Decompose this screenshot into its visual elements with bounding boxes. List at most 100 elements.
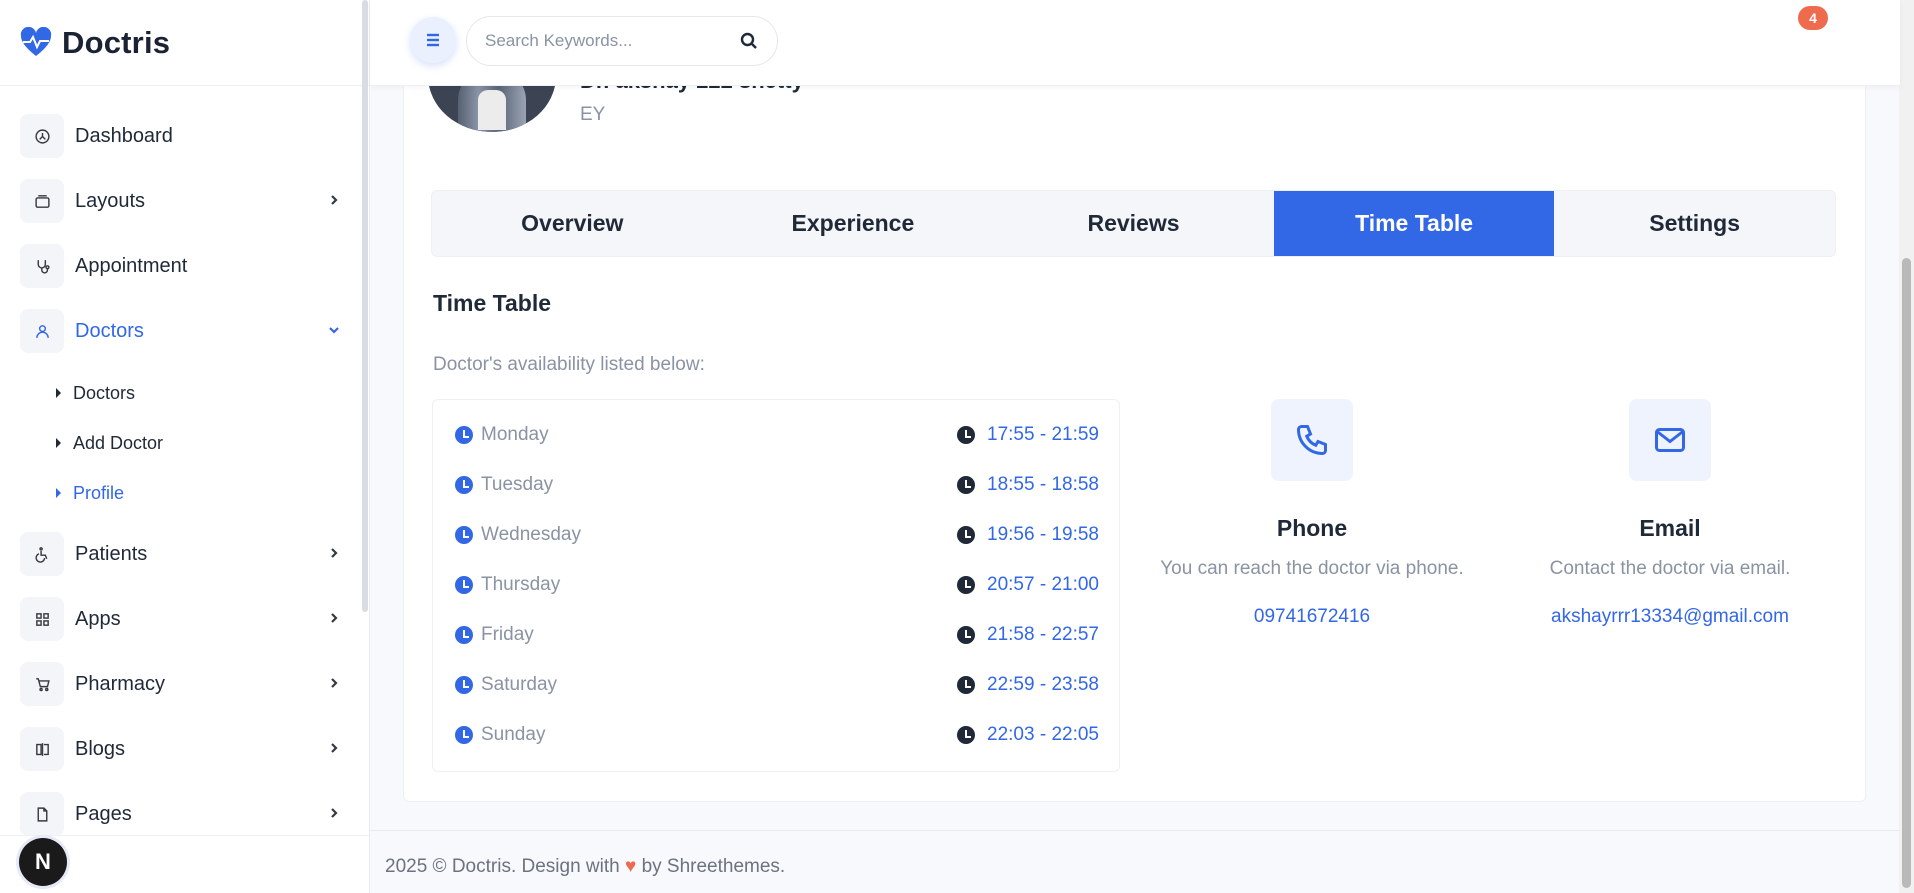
- schedule-day: Friday: [481, 624, 534, 645]
- schedule-list: Monday 17:55 - 21:59 Tuesday 18:55 - 18:58…: [432, 399, 1120, 772]
- sidebar-item-appointment[interactable]: Appointment: [20, 240, 349, 292]
- clock-icon: [455, 476, 473, 494]
- caret-right-icon: [56, 488, 61, 498]
- cart-icon: [35, 677, 50, 691]
- user-icon: [35, 324, 49, 338]
- heart-icon: ♥: [625, 856, 637, 877]
- scrollbar-thumb[interactable]: [1902, 258, 1911, 888]
- brand-name: Doctris: [62, 24, 171, 60]
- mail-icon: [1655, 428, 1685, 452]
- sidebar-item-label: Pages: [75, 802, 132, 825]
- clock-icon: [957, 476, 976, 494]
- schedule-day: Sunday: [481, 724, 546, 745]
- sidebar-item-label: Appointment: [75, 254, 188, 277]
- tab-experience[interactable]: Experience: [713, 191, 994, 256]
- sidebar-item-apps[interactable]: Apps: [20, 593, 349, 645]
- time-table-subtitle: Doctor's availability listed below:: [433, 354, 705, 375]
- page-icon: [37, 806, 47, 822]
- schedule-time: 17:55 - 21:59: [987, 424, 1099, 445]
- footer-text-before: 2025 © Doctris. Design with: [385, 856, 620, 877]
- sidebar-menu: Dashboard Layouts Appointment Doctors Do…: [0, 86, 369, 840]
- doctor-subtitle: EY: [580, 104, 606, 125]
- doctors-submenu: Doctors Add Doctor Profile: [20, 368, 349, 518]
- search-input[interactable]: [485, 31, 725, 51]
- sidebar: Doctris Dashboard Layouts Appointment Do…: [0, 0, 370, 893]
- submenu-label: Add Doctor: [73, 432, 164, 453]
- sidebar-item-label: Pharmacy: [75, 672, 166, 695]
- phone-description: You can reach the doctor via phone.: [1160, 558, 1464, 579]
- schedule-row: Sunday 22:03 - 22:05: [433, 714, 1119, 764]
- clock-icon: [455, 526, 473, 544]
- schedule-time: 21:58 - 22:57: [987, 624, 1099, 645]
- clock-icon: [957, 526, 976, 544]
- submenu-item-doctors[interactable]: Doctors: [20, 368, 349, 418]
- submenu-item-profile[interactable]: Profile: [20, 468, 349, 518]
- clock-icon: [455, 726, 473, 744]
- clock-icon: [455, 626, 473, 644]
- footer-text-after: by Shreethemes.: [641, 856, 786, 877]
- apps-icon: [35, 612, 49, 626]
- email-description: Contact the doctor via email.: [1549, 558, 1791, 579]
- tab-overview[interactable]: Overview: [432, 191, 713, 256]
- tab-time-table[interactable]: Time Table: [1273, 191, 1555, 256]
- sidebar-item-patients[interactable]: Patients: [20, 528, 349, 580]
- sidebar-item-label: Patients: [75, 542, 148, 565]
- schedule-row: Monday 17:55 - 21:59: [433, 414, 1119, 464]
- sidebar-item-label: Blogs: [75, 737, 126, 760]
- page-scrollbar[interactable]: [1899, 0, 1914, 893]
- schedule-day: Monday: [481, 424, 549, 445]
- schedule-time: 19:56 - 19:58: [987, 524, 1099, 545]
- schedule-row: Wednesday 19:56 - 19:58: [433, 514, 1119, 564]
- sidebar-item-pharmacy[interactable]: Pharmacy: [20, 658, 349, 710]
- submenu-item-add-doctor[interactable]: Add Doctor: [20, 418, 349, 468]
- submenu-label: Doctors: [73, 382, 136, 403]
- topbar: [370, 0, 1900, 86]
- phone-title: Phone: [1276, 515, 1348, 541]
- email-title: Email: [1639, 515, 1701, 541]
- email-address-link[interactable]: akshayrrr13334@gmail.com: [1490, 606, 1850, 628]
- chevron-right-icon: [331, 808, 338, 818]
- schedule-day: Thursday: [481, 574, 561, 595]
- schedule-day: Wednesday: [481, 524, 581, 545]
- dashboard-icon: [34, 128, 50, 144]
- menu-toggle-button[interactable]: [410, 17, 456, 63]
- tab-settings[interactable]: Settings: [1554, 191, 1835, 256]
- sidebar-item-label: Apps: [75, 607, 121, 630]
- page-footer: 2025 © Doctris. Design with ♥ by Shreeth…: [370, 830, 1900, 893]
- chevron-down-icon: [329, 327, 339, 334]
- layouts-icon: [34, 194, 50, 208]
- sidebar-item-blogs[interactable]: Blogs: [20, 723, 349, 775]
- time-table-title: Time Table: [433, 290, 552, 316]
- clock-icon: [957, 426, 976, 444]
- heart-logo-icon: [20, 26, 52, 56]
- sidebar-item-pages[interactable]: Pages: [20, 788, 349, 840]
- schedule-row: Thursday 20:57 - 21:00: [433, 564, 1119, 614]
- schedule-row: Saturday 22:59 - 23:58: [433, 664, 1119, 714]
- chevron-right-icon: [331, 678, 338, 688]
- chevron-right-icon: [331, 195, 338, 205]
- clock-icon: [957, 626, 976, 644]
- sidebar-item-doctors[interactable]: Doctors: [20, 305, 349, 357]
- n-badge[interactable]: N: [19, 838, 67, 886]
- brand[interactable]: Doctris: [0, 0, 369, 86]
- profile-tabs: Overview Experience Reviews Time Table S…: [431, 190, 1836, 257]
- phone-number-link[interactable]: 09741672416: [1132, 606, 1492, 628]
- caret-right-icon: [56, 388, 61, 398]
- search-bar: [466, 16, 778, 66]
- clock-icon: [957, 676, 976, 694]
- sidebar-item-layouts[interactable]: Layouts: [20, 175, 349, 227]
- sidebar-item-label: Doctors: [75, 319, 144, 342]
- schedule-row: Tuesday 18:55 - 18:58: [433, 464, 1119, 514]
- submenu-label: Profile: [73, 482, 125, 503]
- chevron-right-icon: [331, 743, 338, 753]
- stethoscope-icon: [37, 259, 50, 274]
- caret-right-icon: [56, 438, 61, 448]
- sidebar-scrollbar[interactable]: [362, 0, 368, 612]
- search-icon[interactable]: [739, 31, 759, 51]
- schedule-day: Saturday: [481, 674, 558, 695]
- email-icon-box: [1629, 399, 1711, 481]
- clock-icon: [455, 426, 473, 444]
- sidebar-item-dashboard[interactable]: Dashboard: [20, 110, 349, 162]
- tab-reviews[interactable]: Reviews: [993, 191, 1274, 256]
- schedule-day: Tuesday: [481, 474, 554, 495]
